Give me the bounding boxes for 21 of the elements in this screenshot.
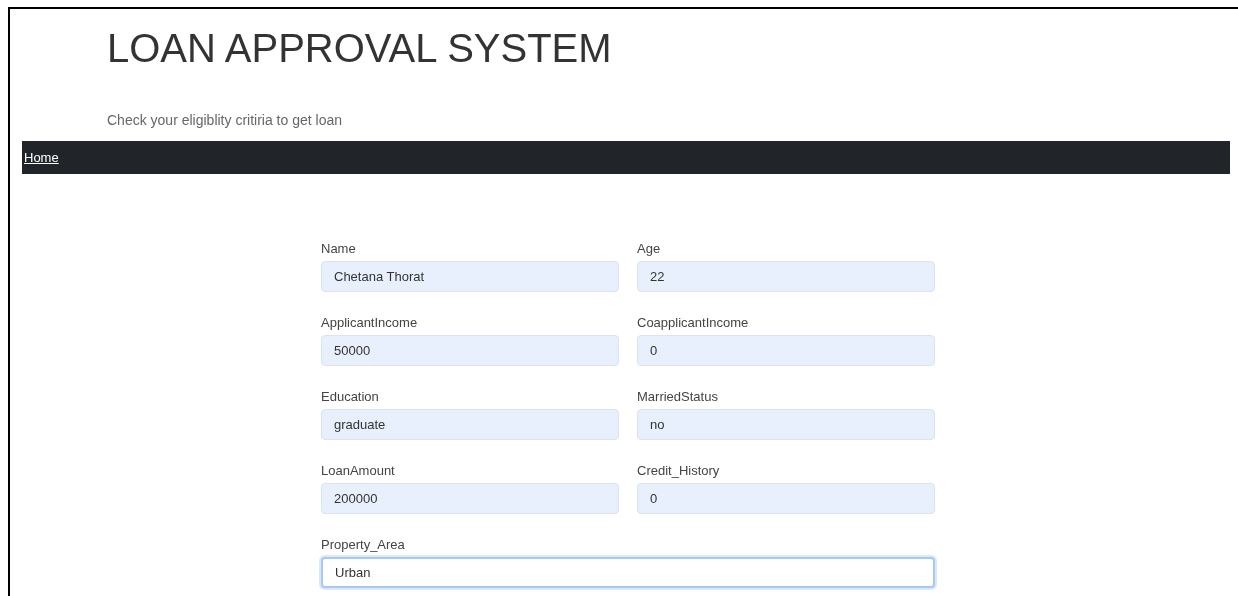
field-label: MarriedStatus xyxy=(637,389,718,404)
field-label: CoapplicantIncome xyxy=(637,315,749,330)
page-title: LOAN APPROVAL SYSTEM xyxy=(107,25,612,72)
field-label: ApplicantIncome xyxy=(321,315,418,330)
nav-link[interactable]: Home xyxy=(24,147,59,168)
input-field[interactable]: 200000 xyxy=(321,483,619,514)
input-field[interactable]: 22 xyxy=(637,261,935,292)
input-field[interactable]: graduate xyxy=(321,409,619,440)
input-field[interactable]: Chetana Thorat xyxy=(321,261,619,292)
field-label: Age xyxy=(637,241,661,256)
page-subtitle: Check your eligiblity critiria to get loan xyxy=(107,111,342,130)
field-label: Credit_History xyxy=(637,463,720,478)
input-field[interactable]: 0 xyxy=(637,335,935,366)
input-field[interactable]: 50000 xyxy=(321,335,619,366)
input-field[interactable]: no xyxy=(637,409,935,440)
field-label: Education xyxy=(321,389,379,404)
field-label: Property_Area xyxy=(321,537,405,552)
field-label: LoanAmount xyxy=(321,463,395,478)
input-field[interactable]: Urban xyxy=(321,557,935,588)
input-field[interactable]: 0 xyxy=(637,483,935,514)
field-label: Name xyxy=(321,241,356,256)
